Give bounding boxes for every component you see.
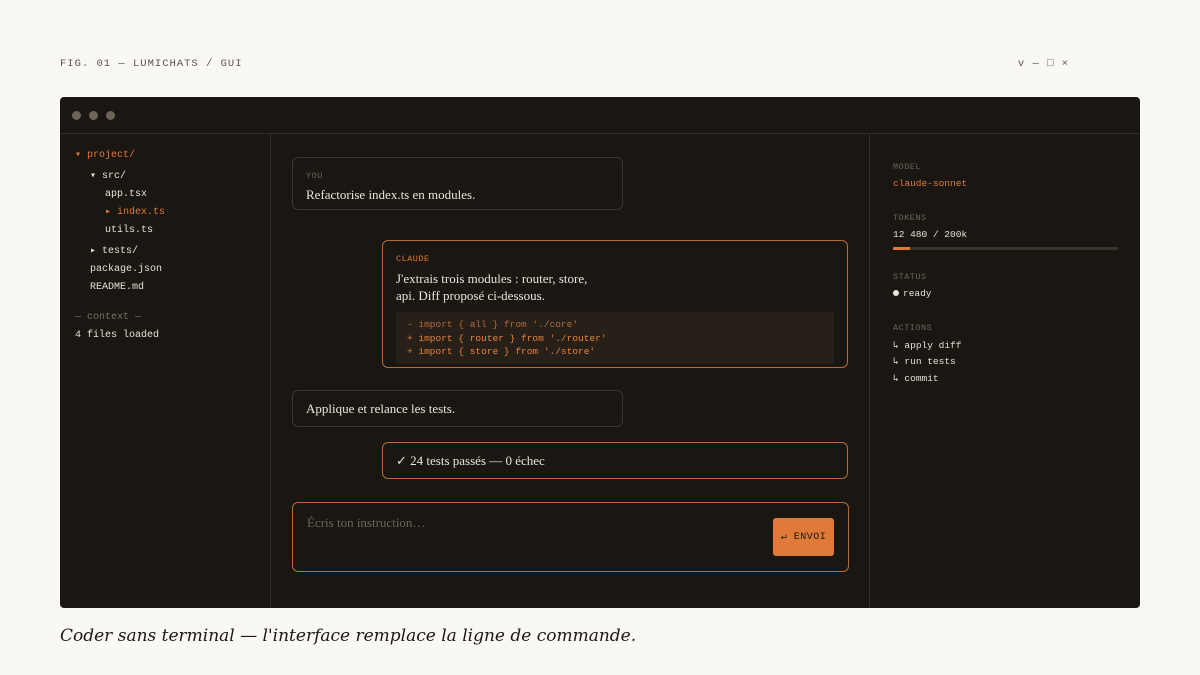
message-user-1: YOU Refactorise index.ts en modules. (292, 157, 623, 210)
tree-item-index-ts[interactable]: ▸ index.ts (60, 204, 270, 222)
message-text: Applique et relance les tests. (306, 401, 456, 416)
figure-caption: Coder sans terminal — l'interface rempla… (60, 626, 637, 646)
actions-label: ACTIONS (893, 323, 933, 333)
action-commit[interactable]: ↳ commit (893, 373, 939, 384)
message-text: ✓ 24 tests passés — 0 échec (396, 453, 545, 468)
tree-item-readme[interactable]: README.md (60, 279, 270, 297)
model-value[interactable]: claude-sonnet (893, 178, 967, 189)
figure-label: FIG. 01 — LUMICHATS / GUI (60, 58, 243, 70)
message-author: CLAUDE (396, 254, 430, 264)
context-label: — context — (75, 312, 142, 323)
app-window: ▾ project/ ▾ src/ app.tsx ▸ index.ts uti… (60, 97, 1140, 608)
status-indicator: ready (893, 288, 932, 299)
diff-line-added: + import { store } from './store' (407, 346, 596, 357)
titlebar (60, 97, 1140, 134)
message-text: Refactorise index.ts en modules. (306, 187, 476, 202)
action-apply-diff[interactable]: ↳ apply diff (893, 340, 961, 351)
diff-line-removed: - import { all } from './core' (407, 319, 579, 330)
tokens-progress-bar (893, 247, 1118, 250)
message-text: J'extrais trois modules : router, store,… (396, 270, 834, 304)
tree-item-project[interactable]: ▾ project/ (60, 147, 270, 165)
close-dot-icon[interactable] (72, 110, 81, 120)
action-run-tests[interactable]: ↳ run tests (893, 356, 956, 367)
tree-item-app-tsx[interactable]: app.tsx (60, 186, 270, 204)
message-text-line: J'extrais trois modules : router, store, (396, 271, 588, 286)
maximize-dot-icon[interactable] (106, 110, 115, 120)
status-dot-icon (893, 290, 899, 296)
minimize-dot-icon[interactable] (89, 110, 98, 120)
tree-item-src[interactable]: ▾ src/ (60, 168, 270, 186)
tokens-label: TOKENS (893, 213, 927, 223)
tokens-value: 12 480 / 200k (893, 229, 968, 240)
status-value: ready (903, 288, 932, 299)
status-label: STATUS (893, 272, 927, 282)
context-value: 4 files loaded (75, 330, 160, 341)
message-text-line: api. Diff proposé ci-dessous. (396, 288, 545, 303)
window-controls[interactable]: v — □ × (1018, 58, 1069, 70)
composer: ↵ ENVOI (292, 502, 849, 572)
send-button[interactable]: ↵ ENVOI (773, 518, 834, 556)
diff-code-block: - import { all } from './core' + import … (396, 312, 834, 364)
chat-pane: YOU Refactorise index.ts en modules. CLA… (271, 134, 870, 608)
tokens-progress-fill (893, 247, 910, 250)
instruction-input[interactable] (307, 515, 757, 531)
tree-item-tests[interactable]: ▸ tests/ (60, 243, 270, 261)
tree-item-package-json[interactable]: package.json (60, 261, 270, 279)
message-assistant-1: CLAUDE J'extrais trois modules : router,… (382, 240, 848, 368)
message-assistant-2: ✓ 24 tests passés — 0 échec (382, 442, 848, 479)
message-user-2: Applique et relance les tests. (292, 390, 623, 427)
model-label: MODEL (893, 162, 922, 172)
diff-line-added: + import { router } from './router' (407, 332, 607, 344)
message-author: YOU (306, 171, 323, 181)
file-tree-sidebar: ▾ project/ ▾ src/ app.tsx ▸ index.ts uti… (60, 134, 271, 608)
tree-item-utils-ts[interactable]: utils.ts (60, 222, 270, 240)
info-panel: MODEL claude-sonnet TOKENS 12 480 / 200k… (870, 134, 1140, 608)
